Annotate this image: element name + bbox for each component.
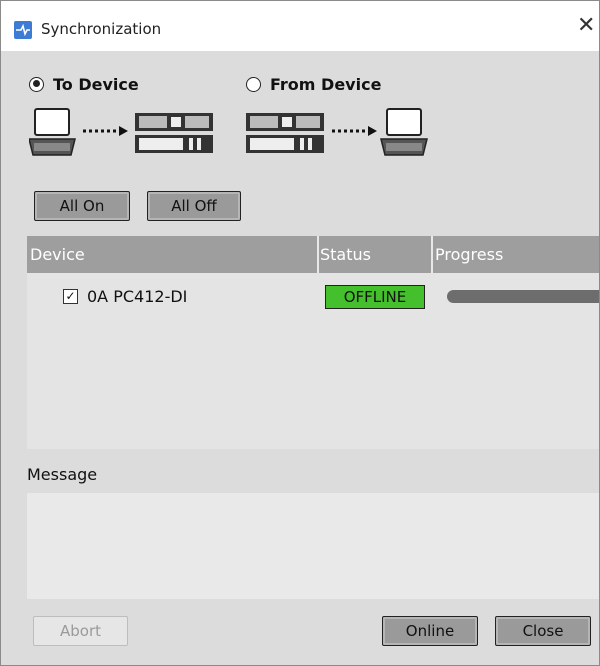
window-title: Synchronization xyxy=(41,20,162,38)
device-checkbox[interactable]: ✓ xyxy=(63,289,78,304)
abort-button[interactable]: Abort xyxy=(33,616,128,646)
column-divider[interactable] xyxy=(431,236,433,273)
to-device-label: To Device xyxy=(53,74,139,94)
online-button[interactable]: Online xyxy=(382,616,478,646)
all-off-button[interactable]: All Off xyxy=(147,191,241,221)
device-table: Device Status Progress ✓ 0A PC412-DI OFF… xyxy=(27,236,599,449)
radio-unselected-icon[interactable] xyxy=(246,76,261,92)
app-icon xyxy=(14,21,32,39)
column-header-progress[interactable]: Progress xyxy=(435,245,503,264)
amplifier-icon xyxy=(246,113,324,153)
laptop-icon xyxy=(380,108,428,156)
from-device-diagram-icon xyxy=(246,108,428,156)
table-header: Device Status Progress xyxy=(27,236,599,273)
message-label: Message xyxy=(27,465,98,484)
close-icon[interactable]: ✕ xyxy=(577,15,595,37)
title-bar: Synchronization ✕ xyxy=(1,1,599,51)
message-box xyxy=(27,493,599,599)
to-device-diagram-icon xyxy=(29,108,213,156)
synchronization-dialog: Synchronization ✕ To Device From Device xyxy=(0,0,600,666)
device-name: 0A PC412-DI xyxy=(87,287,188,306)
all-on-button[interactable]: All On xyxy=(34,191,130,221)
column-header-status[interactable]: Status xyxy=(320,245,371,264)
arrow-icon xyxy=(332,126,377,136)
from-device-label: From Device xyxy=(270,74,382,94)
status-badge: OFFLINE xyxy=(325,285,425,309)
column-divider[interactable] xyxy=(317,236,319,273)
arrow-icon xyxy=(83,126,128,136)
laptop-icon xyxy=(29,108,76,156)
radio-selected-icon[interactable] xyxy=(29,76,44,92)
progress-bar xyxy=(447,290,599,303)
amplifier-icon xyxy=(135,113,213,153)
close-button[interactable]: Close xyxy=(495,616,591,646)
column-header-device[interactable]: Device xyxy=(30,245,85,264)
radio-from-device[interactable]: From Device xyxy=(246,73,381,95)
radio-to-device[interactable]: To Device xyxy=(29,73,139,95)
